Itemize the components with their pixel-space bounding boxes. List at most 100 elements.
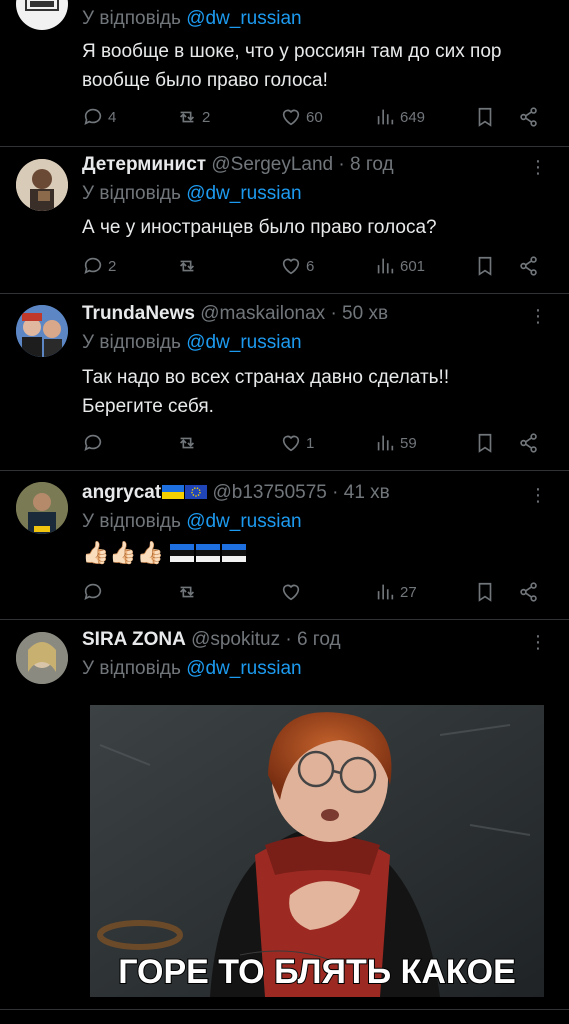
tweet[interactable]: Детерминист @SergeyLand · 8 год ⋮ У відп… [0, 146, 569, 294]
reply-mention-link[interactable]: @dw_russian [186, 8, 301, 29]
repost-button[interactable] [176, 579, 202, 605]
reply-icon [82, 432, 104, 454]
repost-icon [176, 581, 198, 603]
handle[interactable]: @SergeyLand [211, 154, 333, 175]
timestamp[interactable]: · 6 год [285, 629, 340, 650]
handle[interactable]: @spokituz [191, 629, 280, 650]
meme-image: ГОРЕ ТО БЛЯТЬ КАКОЕ [90, 705, 544, 997]
reply-button[interactable] [82, 579, 108, 605]
thumbs-up-emoji: 👍🏻👍🏻👍🏻 [82, 540, 165, 565]
avatar-image [16, 482, 68, 534]
reply-mention-link[interactable]: @dw_russian [186, 332, 301, 353]
tweet-header: angrycat @b13750575 · 41 хв [82, 482, 390, 504]
like-button[interactable]: 60 [280, 104, 323, 130]
bookmark-button[interactable] [474, 579, 496, 605]
handle[interactable]: @b13750575 [212, 482, 326, 503]
reply-prefix: У відповідь [82, 183, 181, 204]
avatar-image [16, 632, 68, 684]
bookmark-icon [474, 432, 496, 454]
eu-flag-icon [185, 485, 208, 499]
repost-icon [176, 106, 198, 128]
display-name[interactable]: TrundaNews [82, 303, 195, 324]
views-button[interactable]: 649 [374, 104, 425, 130]
more-icon[interactable]: ⋮ [529, 486, 547, 504]
avatar-image [16, 305, 68, 357]
share-button[interactable] [518, 253, 540, 279]
reply-mention-link[interactable]: @dw_russian [186, 511, 301, 532]
like-button[interactable]: 1 [280, 430, 314, 456]
repost-button[interactable] [176, 430, 202, 456]
views-button[interactable]: 59 [374, 430, 417, 456]
tweet[interactable]: TrundaNews @maskailonax · 50 хв ⋮ У відп… [0, 293, 569, 471]
reply-context: У відповідь @dw_russian [82, 658, 302, 680]
like-button[interactable]: 6 [280, 253, 314, 279]
reply-button[interactable] [82, 430, 108, 456]
display-name[interactable]: angrycat [82, 482, 161, 503]
share-icon [518, 106, 540, 128]
estonia-flag-icon [170, 544, 247, 562]
avatar[interactable] [16, 632, 68, 684]
bookmark-icon [474, 106, 496, 128]
bookmark-button[interactable] [474, 253, 496, 279]
action-bar: 1 59 [82, 430, 544, 456]
meme-caption: ГОРЕ ТО БЛЯТЬ КАКОЕ [118, 953, 516, 991]
avatar[interactable] [16, 0, 68, 30]
display-name[interactable]: SIRA ZONA [82, 629, 186, 650]
like-icon [280, 106, 302, 128]
like-icon [280, 581, 302, 603]
repost-button[interactable] [176, 253, 202, 279]
views-button[interactable]: 27 [374, 579, 417, 605]
more-icon[interactable]: ⋮ [529, 633, 547, 651]
repost-button[interactable]: 2 [176, 104, 210, 130]
bookmark-button[interactable] [474, 430, 496, 456]
reply-context: У відповідь @dw_russian [82, 8, 302, 30]
tweet-text: А че у иностранцев было право голоса? [82, 217, 437, 238]
views-icon [374, 106, 396, 128]
bookmark-button[interactable] [474, 104, 496, 130]
reply-prefix: У відповідь [82, 8, 181, 29]
views-icon [374, 581, 396, 603]
tweet[interactable]: angrycat @b13750575 · 41 хв ⋮ У відповід… [0, 470, 569, 620]
reply-mention-link[interactable]: @dw_russian [186, 183, 301, 204]
share-icon [518, 432, 540, 454]
views-icon [374, 255, 396, 277]
timestamp[interactable]: · 50 хв [330, 303, 388, 324]
tweet[interactable]: SIRA ZONA @spokituz · 6 год ⋮ У відповід… [0, 619, 569, 1010]
like-icon [280, 255, 302, 277]
more-icon[interactable]: ⋮ [529, 307, 547, 325]
reply-mention-link[interactable]: @dw_russian [186, 658, 301, 679]
like-button[interactable] [280, 579, 306, 605]
reply-button[interactable]: 2 [82, 253, 116, 279]
reply-prefix: У відповідь [82, 332, 181, 353]
share-button[interactable] [518, 430, 540, 456]
tweet-header: Детерминист @SergeyLand · 8 год [82, 154, 394, 176]
avatar-image [25, 0, 59, 11]
display-name[interactable]: Детерминист [82, 154, 206, 175]
ukraine-flag-icon [162, 485, 185, 499]
more-icon[interactable]: ⋮ [529, 158, 547, 176]
bookmark-icon [474, 255, 496, 277]
reply-icon [82, 581, 104, 603]
tweet-text: Я вообще в шоке, что у россиян там до си… [82, 41, 502, 91]
handle[interactable]: @maskailonax [200, 303, 325, 324]
avatar[interactable] [16, 159, 68, 211]
views-button[interactable]: 601 [374, 253, 425, 279]
share-button[interactable] [518, 104, 540, 130]
share-icon [518, 255, 540, 277]
avatar[interactable] [16, 482, 68, 534]
repost-icon [176, 255, 198, 277]
views-icon [374, 432, 396, 454]
share-button[interactable] [518, 579, 540, 605]
avatar[interactable] [16, 305, 68, 357]
reply-button[interactable]: 4 [82, 104, 116, 130]
timestamp[interactable]: · 41 хв [332, 482, 390, 503]
reply-context: У відповідь @dw_russian [82, 511, 302, 533]
tweet-image[interactable]: ГОРЕ ТО БЛЯТЬ КАКОЕ [90, 705, 544, 997]
action-bar: 4 2 60 649 [82, 104, 544, 130]
share-icon [518, 581, 540, 603]
timestamp[interactable]: · 8 год [338, 154, 393, 175]
like-icon [280, 432, 302, 454]
reply-context: У відповідь @dw_russian [82, 183, 302, 205]
tweet-header: SIRA ZONA @spokituz · 6 год [82, 629, 341, 651]
tweet[interactable]: У відповідь @dw_russian Я вообще в шоке,… [0, 0, 569, 147]
